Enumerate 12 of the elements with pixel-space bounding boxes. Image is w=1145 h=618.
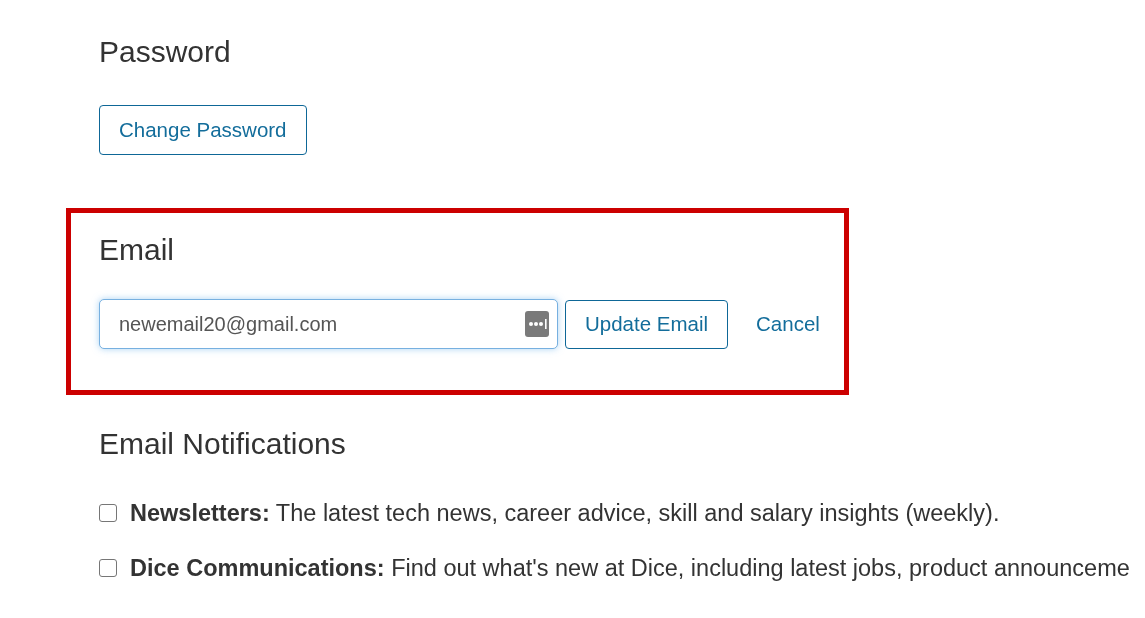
option-text: Dice Communications: Find out what's new at Dice, including latest jobs, product announceme xyxy=(130,554,1130,583)
section-heading: Email Notifications xyxy=(99,426,346,462)
checkbox[interactable] xyxy=(99,504,117,522)
update-email-button[interactable]: Update Email xyxy=(565,299,729,349)
cancel-link[interactable]: Cancel xyxy=(744,308,832,340)
change-password-button[interactable]: Change Password xyxy=(99,105,307,155)
checkbox[interactable] xyxy=(99,559,117,577)
option-text: Newsletters: The latest tech news, career advice, skill and salary insights (weekly). xyxy=(130,499,1000,528)
email-field[interactable]: newemail20@gmail.com xyxy=(99,299,558,349)
section-heading: Password xyxy=(99,34,231,70)
dots-icon[interactable] xyxy=(525,311,549,337)
section-heading: Email xyxy=(99,232,174,268)
